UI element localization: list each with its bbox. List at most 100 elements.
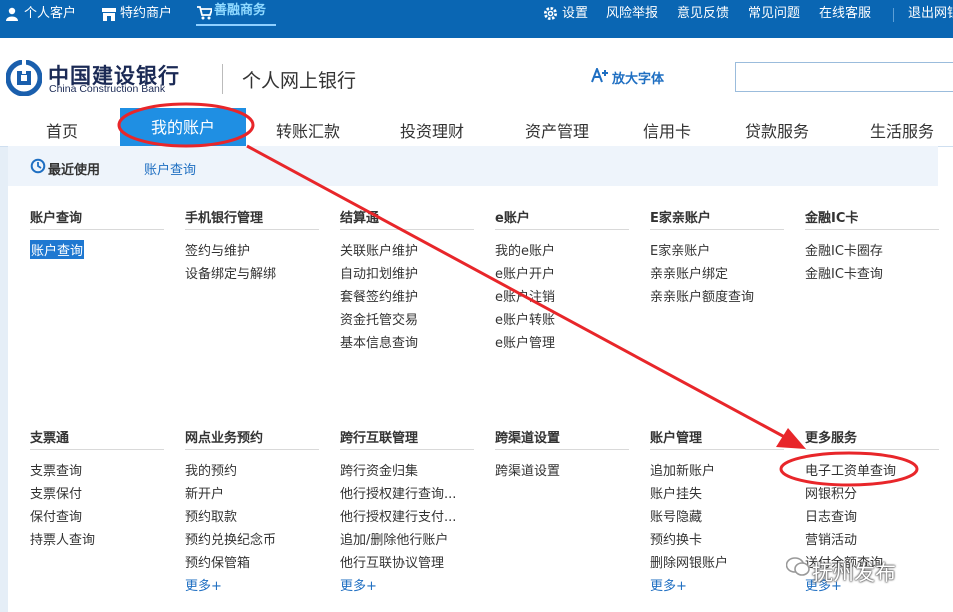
menu-item-link[interactable]: 账号隐藏: [650, 506, 702, 525]
settings-link[interactable]: 设置: [562, 0, 588, 28]
menu-item-link[interactable]: 预约取款: [185, 506, 237, 525]
online-service-link[interactable]: 在线客服: [819, 0, 871, 28]
divider: [495, 229, 629, 230]
personal-customer-link[interactable]: 个人客户: [24, 0, 76, 28]
menu-item-link[interactable]: 自动扣划维护: [340, 263, 418, 282]
shanrong-underline: [196, 24, 276, 26]
divider: [185, 449, 319, 450]
risk-report-link[interactable]: 风险举报: [606, 0, 658, 28]
column-title: 跨行互联管理: [340, 431, 419, 446]
menu-item-link[interactable]: e账户转账: [495, 309, 555, 328]
ccb-logo-icon[interactable]: [6, 60, 42, 96]
menu-item-link[interactable]: 追加/删除他行账户: [340, 529, 448, 548]
menu-item-link[interactable]: 支票查询: [30, 460, 82, 479]
menu-item-link[interactable]: 预约换卡: [650, 529, 702, 548]
faq-link[interactable]: 常见问题: [748, 0, 800, 28]
column-title: 跨渠道设置: [495, 431, 561, 446]
main-nav: 首页 我的账户 转账汇款 投资理财 资产管理 信用卡 贷款服务 生活服务: [0, 108, 953, 146]
menu-item-link[interactable]: 新开户: [185, 483, 224, 502]
divider: [805, 449, 939, 450]
shanrong-link[interactable]: 善融商务: [214, 0, 266, 25]
divider: [30, 229, 164, 230]
menu-item-link[interactable]: 套餐签约维护: [340, 286, 418, 305]
shop-icon: [102, 8, 116, 21]
recent-label: 最近使用: [48, 163, 101, 178]
menu-item-link[interactable]: 金融IC卡圈存: [805, 240, 883, 259]
more-link[interactable]: 更多+: [650, 575, 687, 594]
logo-english: China Construction Bank: [49, 83, 166, 95]
nav-investment[interactable]: 投资理财: [400, 118, 464, 142]
column-title: 金融IC卡: [805, 211, 859, 226]
menu-item-link[interactable]: 支票保付: [30, 483, 82, 502]
cart-icon: [197, 6, 212, 20]
nav-loans[interactable]: 贷款服务: [745, 118, 809, 142]
search-input[interactable]: [735, 62, 953, 92]
menu-item-link[interactable]: 我的e账户: [495, 240, 555, 259]
menu-item-link[interactable]: 追加新账户: [650, 460, 715, 479]
column-title: 账户查询: [30, 211, 83, 226]
nav-life[interactable]: 生活服务: [870, 118, 934, 142]
logout-link[interactable]: 退出网银: [908, 0, 953, 28]
menu-item-link[interactable]: 跨渠道设置: [495, 460, 560, 479]
divider: [805, 229, 939, 230]
menu-item-link[interactable]: 他行互联协议管理: [340, 552, 444, 571]
divider: [340, 449, 474, 450]
menu-item-link[interactable]: 他行授权建行查询...: [340, 483, 456, 502]
more-link[interactable]: 更多+: [185, 575, 222, 594]
site-title: 个人网上银行: [242, 70, 357, 92]
recent-account-query-link[interactable]: 账户查询: [144, 159, 196, 178]
menu-item-link[interactable]: 账户挂失: [650, 483, 702, 502]
menu-item-link[interactable]: 金融IC卡查询: [805, 263, 883, 282]
enlarge-font-button[interactable]: 放大字体: [612, 68, 664, 87]
recent-bar: 最近使用 账户查询: [8, 146, 938, 186]
menu-item-link[interactable]: 签约与维护: [185, 240, 250, 259]
menu-item-link[interactable]: 基本信息查询: [340, 332, 418, 351]
menu-item-link[interactable]: 跨行资金归集: [340, 460, 418, 479]
menu-item-link[interactable]: e账户开户: [495, 263, 555, 282]
menu-item-link[interactable]: e账户注销: [495, 286, 555, 305]
special-merchant-link[interactable]: 特约商户: [120, 0, 172, 28]
menu-item-link[interactable]: e账户管理: [495, 332, 555, 351]
feedback-link[interactable]: 意见反馈: [677, 0, 729, 28]
column-title: 网点业务预约: [185, 431, 264, 446]
menu-item-link[interactable]: 电子工资单查询: [805, 460, 896, 479]
nav-home[interactable]: 首页: [46, 118, 78, 142]
column-title: 结算通: [340, 211, 380, 226]
header: 中国建设银行 China Construction Bank 个人网上银行 放大…: [0, 38, 953, 108]
nav-my-account[interactable]: 我的账户: [120, 108, 246, 146]
column-title: E家亲账户: [650, 211, 711, 226]
menu-item-link[interactable]: 持票人查询: [30, 529, 95, 548]
menu-item-link[interactable]: 亲亲账户绑定: [650, 263, 728, 282]
divider: [650, 229, 784, 230]
menu-item-link[interactable]: 亲亲账户额度查询: [650, 286, 754, 305]
menu-item-link[interactable]: 我的预约: [185, 460, 237, 479]
menu-item-link[interactable]: 关联账户维护: [340, 240, 418, 259]
menu-item-link[interactable]: 他行授权建行支付...: [340, 506, 456, 525]
wechat-icon: [786, 557, 810, 576]
menu-item-link[interactable]: E家亲账户: [650, 240, 710, 259]
history-icon: [30, 158, 46, 174]
menu-item-link[interactable]: 删除网银账户: [650, 552, 728, 571]
left-edge: [0, 146, 8, 612]
menu-item-link[interactable]: 账户查询: [30, 240, 85, 259]
nav-transfer[interactable]: 转账汇款: [276, 118, 340, 142]
column-title: 更多服务: [805, 431, 858, 446]
menu-item-link[interactable]: 资金托管交易: [340, 309, 418, 328]
divider: [30, 449, 164, 450]
nav-credit-card[interactable]: 信用卡: [643, 118, 691, 142]
top-bar: 个人客户 特约商户 善融商务 设置 风险举报 意见反馈 常见问题 在线客服 退出…: [0, 0, 953, 38]
menu-item-link[interactable]: 预约兑换纪念币: [185, 529, 276, 548]
menu-item-link[interactable]: 日志查询: [805, 506, 857, 525]
divider: [650, 449, 784, 450]
column-title: e账户: [495, 211, 530, 226]
nav-assets[interactable]: 资产管理: [525, 118, 589, 142]
menu-item-link[interactable]: 预约保管箱: [185, 552, 250, 571]
divider: [495, 449, 629, 450]
more-link[interactable]: 更多+: [340, 575, 377, 594]
menu-item-link[interactable]: 营销活动: [805, 529, 857, 548]
menu-item-link[interactable]: 设备绑定与解绑: [185, 263, 276, 282]
menu-item-link[interactable]: 保付查询: [30, 506, 82, 525]
menu-item-link[interactable]: 网银积分: [805, 483, 857, 502]
divider: [185, 229, 319, 230]
divider: [893, 8, 894, 22]
